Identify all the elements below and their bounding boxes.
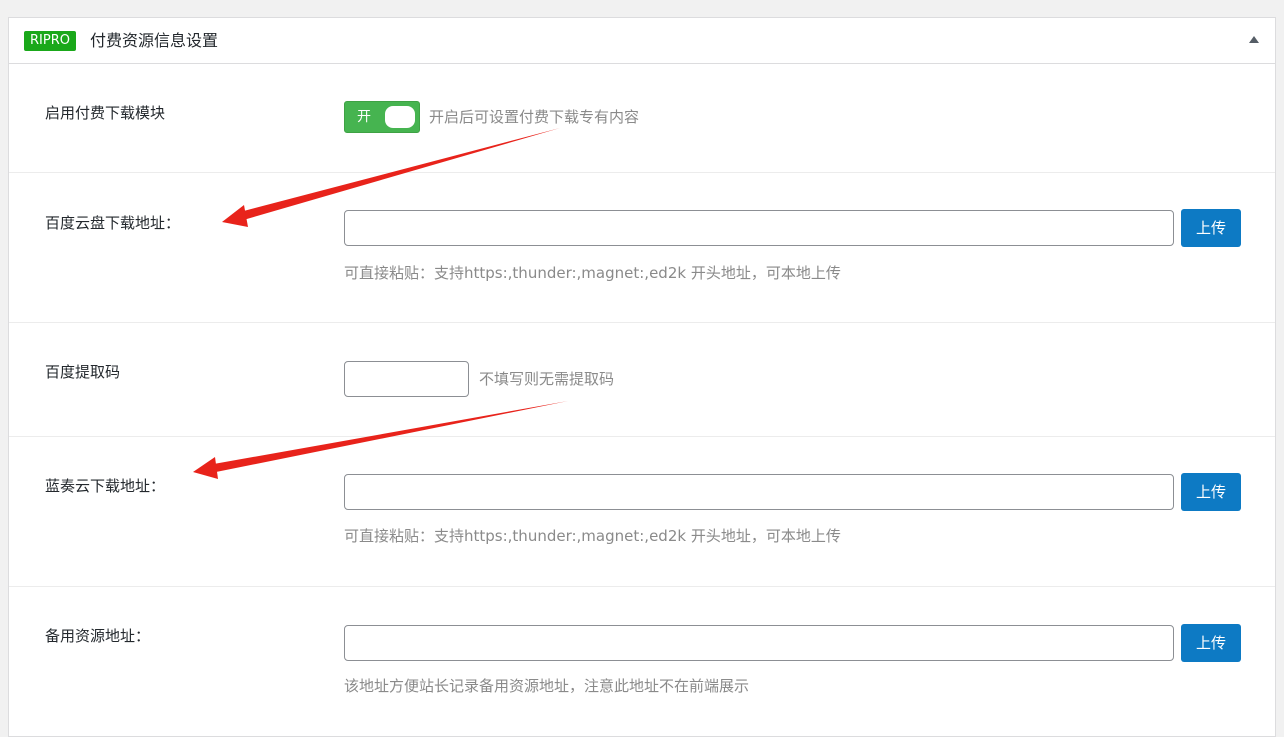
baidu-url-upload-button[interactable]: 上传 <box>1181 209 1241 247</box>
baidu-url-input[interactable] <box>344 210 1174 246</box>
row-lanzou-url: 蓝奏云下载地址： 上传 可直接粘贴：支持https:,thunder:,magn… <box>9 437 1275 587</box>
row-backup-url: 备用资源地址： 上传 该地址方便站长记录备用资源地址，注意此地址不在前端展示 <box>9 587 1275 737</box>
enable-help-text: 开启后可设置付费下载专有内容 <box>429 108 640 126</box>
baidu-code-label: 百度提取码 <box>45 363 121 381</box>
panel-title: 付费资源信息设置 <box>90 31 219 50</box>
baidu-url-label: 百度云盘下载地址： <box>45 214 181 232</box>
baidu-code-input[interactable] <box>344 361 469 397</box>
lanzou-url-label: 蓝奏云下载地址： <box>45 477 166 495</box>
switch-on-label: 开 <box>357 109 371 125</box>
paid-resource-panel: RIPRO 付费资源信息设置 启用付费下载模块 开 开启后可设置付费下载专有内容… <box>8 17 1276 737</box>
baidu-code-help-text: 不填写则无需提取码 <box>479 370 615 388</box>
baidu-url-help-text: 可直接粘贴：支持https:,thunder:,magnet:,ed2k 开头地… <box>344 264 841 282</box>
row-enable-paid-download: 启用付费下载模块 开 开启后可设置付费下载专有内容 <box>9 64 1275 173</box>
backup-url-help-text: 该地址方便站长记录备用资源地址，注意此地址不在前端展示 <box>344 677 750 695</box>
lanzou-url-upload-button[interactable]: 上传 <box>1181 473 1241 511</box>
ripro-badge: RIPRO <box>24 31 76 51</box>
enable-paid-download-switch[interactable]: 开 <box>344 101 420 133</box>
lanzou-url-help-text: 可直接粘贴：支持https:,thunder:,magnet:,ed2k 开头地… <box>344 527 841 545</box>
backup-url-label: 备用资源地址： <box>45 627 151 645</box>
collapse-triangle-icon[interactable] <box>1249 36 1259 43</box>
switch-knob <box>385 106 415 128</box>
row-baidu-code: 百度提取码 不填写则无需提取码 <box>9 323 1275 437</box>
panel-header[interactable]: RIPRO 付费资源信息设置 <box>9 18 1275 64</box>
lanzou-url-input[interactable] <box>344 474 1174 510</box>
row-baidu-url: 百度云盘下载地址： 上传 可直接粘贴：支持https:,thunder:,mag… <box>9 173 1275 323</box>
backup-url-input[interactable] <box>344 625 1174 661</box>
backup-url-upload-button[interactable]: 上传 <box>1181 624 1241 662</box>
enable-paid-download-label: 启用付费下载模块 <box>45 104 166 122</box>
